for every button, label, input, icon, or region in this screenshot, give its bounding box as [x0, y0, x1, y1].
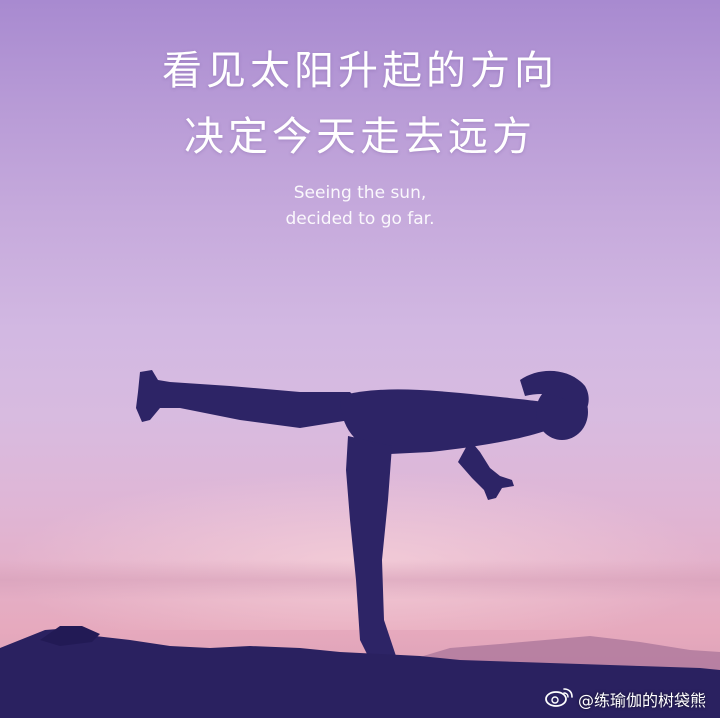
watermark: @练瑜伽的树袋熊 [544, 686, 706, 712]
weibo-icon [544, 686, 574, 712]
yoga-silhouette-scene [0, 370, 720, 718]
watermark-handle: @练瑜伽的树袋熊 [577, 691, 706, 710]
poster: 看见太阳升起的方向 决定今天走去远方 Seeing the sun, decid… [0, 0, 720, 718]
yoga-person-silhouette [136, 370, 589, 660]
